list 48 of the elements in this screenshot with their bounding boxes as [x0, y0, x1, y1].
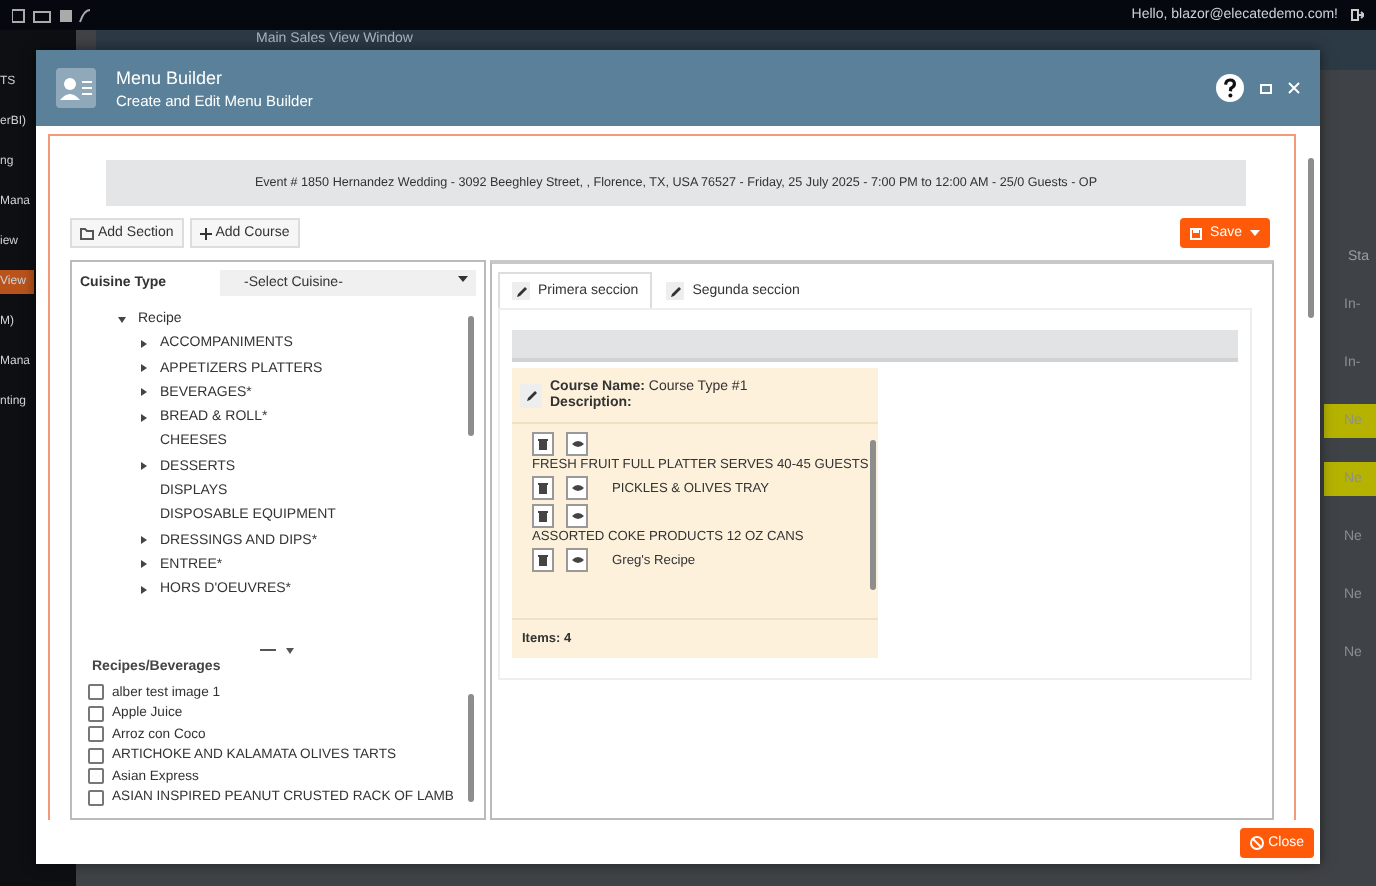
- delete-button[interactable]: [532, 476, 554, 500]
- caret-icon: [458, 276, 468, 282]
- collapsed-caret-icon[interactable]: [140, 536, 148, 545]
- checkbox[interactable]: [88, 726, 104, 742]
- checkbox[interactable]: [88, 747, 104, 763]
- collapsed-caret-icon[interactable]: [140, 413, 148, 422]
- view-button[interactable]: [566, 432, 588, 456]
- collapsed-caret-icon[interactable]: [140, 560, 148, 569]
- trash-icon: [538, 554, 548, 566]
- checkbox[interactable]: [88, 768, 104, 784]
- pencil-icon: [669, 285, 682, 297]
- collapsed-caret-icon[interactable]: [140, 339, 148, 348]
- contact-card-icon: [56, 68, 96, 108]
- folder-plus-icon: [80, 227, 94, 239]
- plus-icon: [199, 227, 212, 239]
- maximize-icon[interactable]: [1260, 83, 1272, 93]
- checkbox[interactable]: [88, 789, 104, 805]
- trash-icon: [538, 482, 548, 494]
- checkbox[interactable]: [88, 705, 104, 721]
- view-button[interactable]: [566, 476, 588, 500]
- pencil-icon: [525, 389, 537, 401]
- delete-button[interactable]: [532, 432, 554, 456]
- close-icon[interactable]: [1288, 82, 1300, 94]
- prohibited-icon: [1250, 835, 1265, 849]
- collapsed-caret-icon[interactable]: [140, 364, 148, 373]
- checkbox[interactable]: [88, 684, 104, 700]
- help-icon[interactable]: [1216, 74, 1244, 102]
- dialog-title: Menu Builder: [116, 67, 225, 87]
- collapsed-caret-icon[interactable]: [140, 388, 148, 397]
- trash-icon: [538, 510, 548, 522]
- view-button[interactable]: [566, 548, 588, 572]
- eye-icon: [571, 512, 583, 520]
- eye-icon: [571, 556, 583, 564]
- caret-icon: [1250, 230, 1260, 236]
- logout-icon[interactable]: [1350, 8, 1364, 22]
- trash-icon: [538, 438, 548, 450]
- eye-icon: [571, 484, 583, 492]
- edit-course-button[interactable]: [520, 383, 542, 407]
- delete-button[interactable]: [532, 504, 554, 528]
- delete-button[interactable]: [532, 548, 554, 572]
- expanded-caret-icon[interactable]: [118, 315, 126, 323]
- collapsed-caret-icon[interactable]: [140, 585, 148, 594]
- pencil-icon: [515, 285, 527, 297]
- splitter-handle-icon[interactable]: [260, 648, 296, 654]
- view-button[interactable]: [566, 504, 588, 528]
- toolbar-icons-drawing[interactable]: [12, 7, 92, 23]
- eye-icon: [571, 440, 583, 448]
- collapsed-caret-icon[interactable]: [140, 462, 148, 471]
